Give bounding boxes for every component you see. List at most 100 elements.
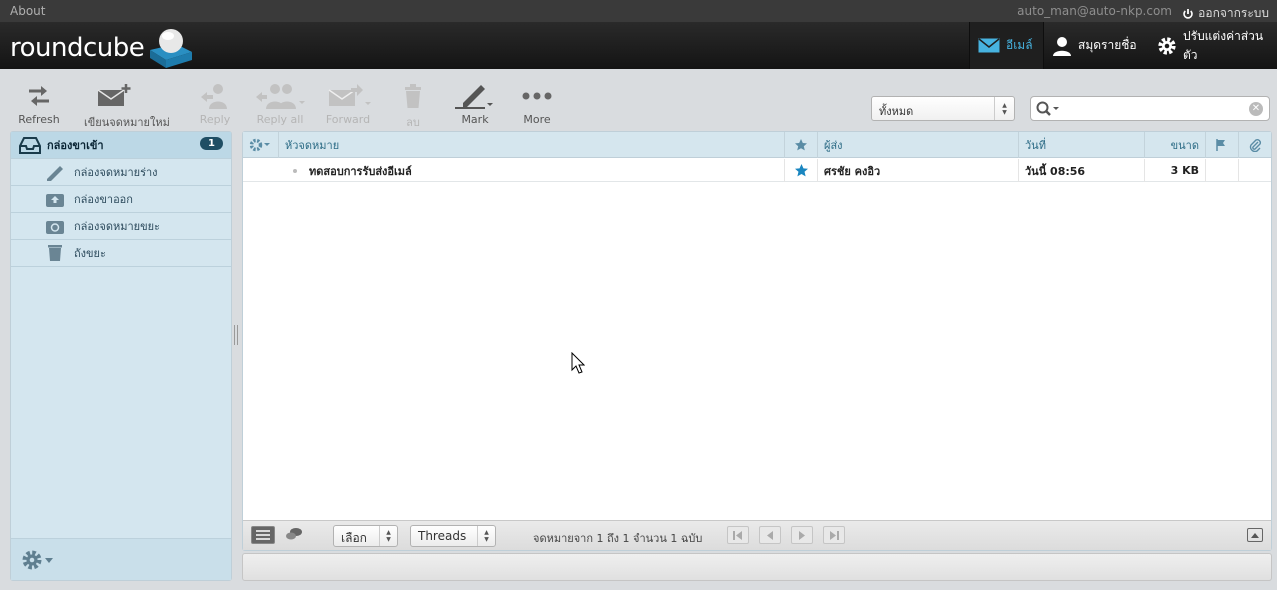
roundcube-logo[interactable]: roundcube xyxy=(10,26,196,70)
header: roundcube อีเมล์ สมุดรายชื่อ ปรับแต่งค่า… xyxy=(0,22,1277,69)
threads-label: Threads xyxy=(418,529,467,543)
message-attachment-cell xyxy=(1239,159,1271,182)
task-mail[interactable]: อีเมล์ xyxy=(969,22,1044,69)
folder-list-panel: กล่องขาเข้า 1 กล่องจดหมายร่าง กล่องขาออก… xyxy=(10,131,232,581)
reply-all-label: Reply all xyxy=(256,113,304,126)
column-flag-star[interactable] xyxy=(785,132,818,158)
column-from[interactable]: ผู้ส่ง xyxy=(818,132,1019,158)
about-link[interactable]: About xyxy=(10,4,45,18)
select-arrows-icon: ▲ ▼ xyxy=(477,526,495,546)
trash-icon xyxy=(405,84,421,108)
forward-button[interactable]: Forward xyxy=(318,81,378,126)
list-view-toggle[interactable] xyxy=(251,526,275,544)
more-button[interactable]: More xyxy=(507,81,567,126)
top-line-bar: About auto_man@auto-nkp.com ออกจากระบบ xyxy=(0,0,1277,22)
drafts-pencil-icon xyxy=(47,166,63,181)
refresh-label: Refresh xyxy=(18,113,60,126)
task-contacts-label: สมุดรายชื่อ xyxy=(1078,38,1137,52)
logout-button[interactable]: ออกจากระบบ xyxy=(1182,4,1269,23)
trash-icon xyxy=(48,245,62,261)
more-dots-icon xyxy=(522,92,552,100)
folder-actions-button[interactable] xyxy=(21,549,53,571)
next-page-button[interactable] xyxy=(791,526,813,544)
refresh-icon xyxy=(29,86,49,106)
panel-splitter[interactable] xyxy=(234,325,240,345)
column-date[interactable]: วันที่ xyxy=(1019,132,1145,158)
prev-page-button[interactable] xyxy=(759,526,781,544)
message-list-header: หัวจดหมาย ผู้ส่ง วันที่ ขนาด xyxy=(243,132,1271,158)
task-settings[interactable]: ปรับแต่งค่าส่วนตัว xyxy=(1149,22,1277,69)
toggle-preview-button[interactable] xyxy=(1247,528,1263,542)
message-size-cell: 3 KB xyxy=(1145,159,1206,182)
folder-drafts[interactable]: กล่องจดหมายร่าง xyxy=(11,159,231,186)
unread-count-badge: 1 xyxy=(200,137,223,150)
delete-button[interactable]: ลบ xyxy=(383,81,443,131)
column-size[interactable]: ขนาด xyxy=(1145,132,1206,158)
expand-preview-icon xyxy=(1251,532,1259,538)
inbox-icon xyxy=(19,137,41,154)
folder-sent[interactable]: กล่องขาออก xyxy=(11,186,231,213)
power-icon xyxy=(1183,8,1193,19)
first-page-button[interactable] xyxy=(727,526,749,544)
mail-toolbar: Refresh เขียนจดหมายใหม่ Reply Reply all … xyxy=(0,69,1277,131)
message-from: ศรชัย คงอิว xyxy=(824,164,881,178)
message-flag2-cell[interactable] xyxy=(1206,159,1239,182)
mouse-cursor-icon xyxy=(571,352,585,374)
threads-view-toggle[interactable] xyxy=(285,527,303,544)
last-page-icon xyxy=(830,530,839,540)
column-subject[interactable]: หัวจดหมาย xyxy=(279,132,785,158)
reply-icon xyxy=(201,84,227,109)
message-count-text: จดหมายจาก 1 ถึง 1 จำนวน 1 ฉบับ xyxy=(533,532,703,545)
star-flagged-icon[interactable] xyxy=(794,164,808,177)
folder-inbox[interactable]: กล่องขาเข้า 1 xyxy=(11,132,231,159)
folder-inbox-label: กล่องขาเข้า xyxy=(47,139,104,152)
star-header-icon xyxy=(795,139,807,151)
compose-button[interactable]: เขียนจดหมายใหม่ xyxy=(84,81,170,131)
column-attachment[interactable] xyxy=(1239,132,1271,158)
column-date-label: วันที่ xyxy=(1025,139,1046,152)
task-settings-label: ปรับแต่งค่าส่วนตัว xyxy=(1183,28,1264,62)
logout-label: ออกจากระบบ xyxy=(1198,6,1269,20)
chevron-down-icon xyxy=(45,557,53,563)
message-size: 3 KB xyxy=(1170,164,1199,177)
folder-trash[interactable]: ถังขยะ xyxy=(11,240,231,267)
more-label: More xyxy=(523,113,551,126)
contacts-icon xyxy=(1053,36,1071,56)
mail-icon xyxy=(978,38,1000,53)
message-filter-select[interactable]: ทั้งหมด ▲ ▼ xyxy=(871,96,1015,121)
folder-trash-label: ถังขยะ xyxy=(74,247,106,260)
next-page-icon xyxy=(799,530,805,540)
mark-button[interactable]: Mark xyxy=(445,81,505,126)
message-flag-cell[interactable] xyxy=(785,159,818,182)
threads-dropdown[interactable]: Threads ▲ ▼ xyxy=(410,525,496,547)
clear-search-icon[interactable]: ✕ xyxy=(1249,102,1263,116)
folder-drafts-label: กล่องจดหมายร่าง xyxy=(74,166,158,179)
list-options-button[interactable] xyxy=(243,132,279,158)
refresh-button[interactable]: Refresh xyxy=(9,81,69,126)
first-page-icon xyxy=(733,530,742,540)
folder-junk[interactable]: กล่องจดหมายขยะ xyxy=(11,213,231,240)
reply-all-button[interactable]: Reply all xyxy=(250,81,310,126)
task-mail-label: อีเมล์ xyxy=(1006,38,1033,52)
column-flag[interactable] xyxy=(1206,132,1239,158)
compose-label: เขียนจดหมายใหม่ xyxy=(84,116,170,129)
select-arrows-icon: ▲ ▼ xyxy=(994,97,1014,120)
select-dropdown[interactable]: เลือก ▲ ▼ xyxy=(333,525,398,547)
reply-label: Reply xyxy=(199,113,231,126)
reply-all-icon xyxy=(256,84,305,109)
message-from-cell: ศรชัย คงอิว xyxy=(818,159,1019,182)
folder-footer xyxy=(11,538,231,580)
gear-icon xyxy=(22,550,42,570)
reply-button[interactable]: Reply xyxy=(185,81,245,126)
column-subject-label: หัวจดหมาย xyxy=(285,139,340,152)
sent-icon xyxy=(46,194,64,207)
task-contacts[interactable]: สมุดรายชื่อ xyxy=(1044,22,1149,69)
message-row[interactable]: ทดสอบการรับส่งอีเมล์ ศรชัย คงอิว วันนี้ … xyxy=(243,159,1271,182)
search-box[interactable]: ✕ xyxy=(1030,96,1270,121)
logo-text: roundcube xyxy=(10,33,145,63)
folder-junk-label: กล่องจดหมายขยะ xyxy=(74,220,160,233)
last-page-button[interactable] xyxy=(823,526,845,544)
list-view-icon xyxy=(256,530,270,540)
settings-gear-icon xyxy=(1158,36,1176,55)
forward-label: Forward xyxy=(325,113,371,126)
